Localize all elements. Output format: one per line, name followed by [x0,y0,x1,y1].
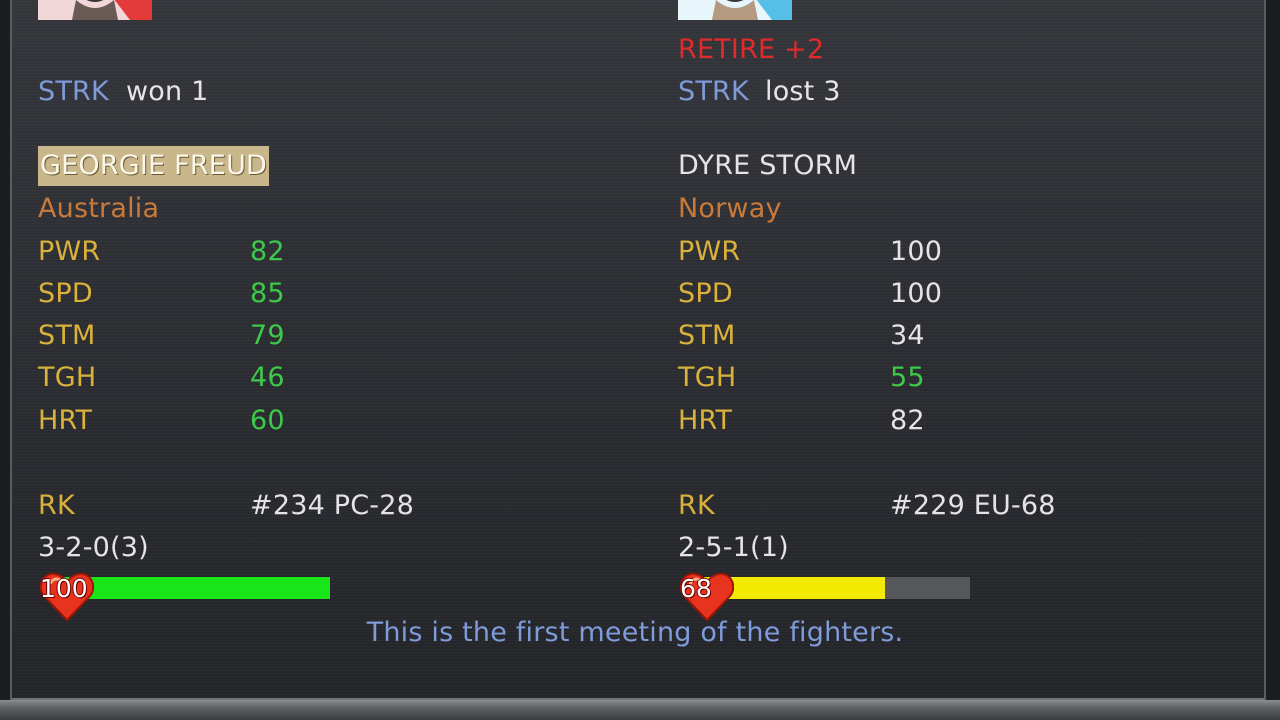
right-stat-value: 100 [890,236,943,267]
left-stat-label: STM [38,320,96,351]
right-retire-text: RETIRE +2 [678,34,825,65]
right-health-bar [704,577,970,599]
left-fighter-portrait [38,0,152,20]
left-stat-value: 79 [250,320,285,351]
left-streak-value: won 1 [126,76,209,107]
left-stat-value: 85 [250,278,285,309]
left-health-value: 100 [40,574,88,603]
right-stat-value: 100 [890,278,943,309]
left-stat-label: PWR [38,236,101,267]
right-fighter-portrait [678,0,792,20]
left-health-bar [64,577,330,599]
left-stat-label: SPD [38,278,93,309]
right-stat-value: 55 [890,362,925,393]
matchup-message: This is the first meeting of the fighter… [366,617,904,648]
left-rank-label: RK [38,490,75,521]
right-stat-label: STM [678,320,736,351]
right-stat-value: 82 [890,405,925,436]
left-rank-value: #234 PC-28 [250,490,414,521]
right-streak-value: lost 3 [765,76,841,107]
left-record: 3-2-0(3) [38,532,149,563]
right-stat-label: HRT [678,405,733,436]
left-stat-value: 60 [250,405,285,436]
right-health-value: 68 [680,574,712,603]
right-rank-label: RK [678,490,715,521]
left-fighter-country: Australia [38,193,160,224]
left-stat-label: TGH [38,362,97,393]
right-rank-value: #229 EU-68 [890,490,1056,521]
right-fighter-country: Norway [678,193,782,224]
left-fighter-name: GEORGIE FREUD [38,146,270,186]
right-stat-label: PWR [678,236,741,267]
left-fighter-name-box[interactable]: GEORGIE FREUD [38,146,270,186]
right-fighter-name[interactable]: DYRE STORM [678,150,857,182]
right-stat-value: 34 [890,320,925,351]
left-health-bar-fill [64,577,330,599]
right-streak-label: STRK [678,76,749,107]
right-stat-label: TGH [678,362,737,393]
panel-bottom-border [0,700,1280,720]
left-stat-value: 46 [250,362,285,393]
left-stat-label: HRT [38,405,93,436]
left-stat-value: 82 [250,236,285,267]
right-stat-label: SPD [678,278,733,309]
right-record: 2-5-1(1) [678,532,789,563]
left-streak-label: STRK [38,76,109,107]
